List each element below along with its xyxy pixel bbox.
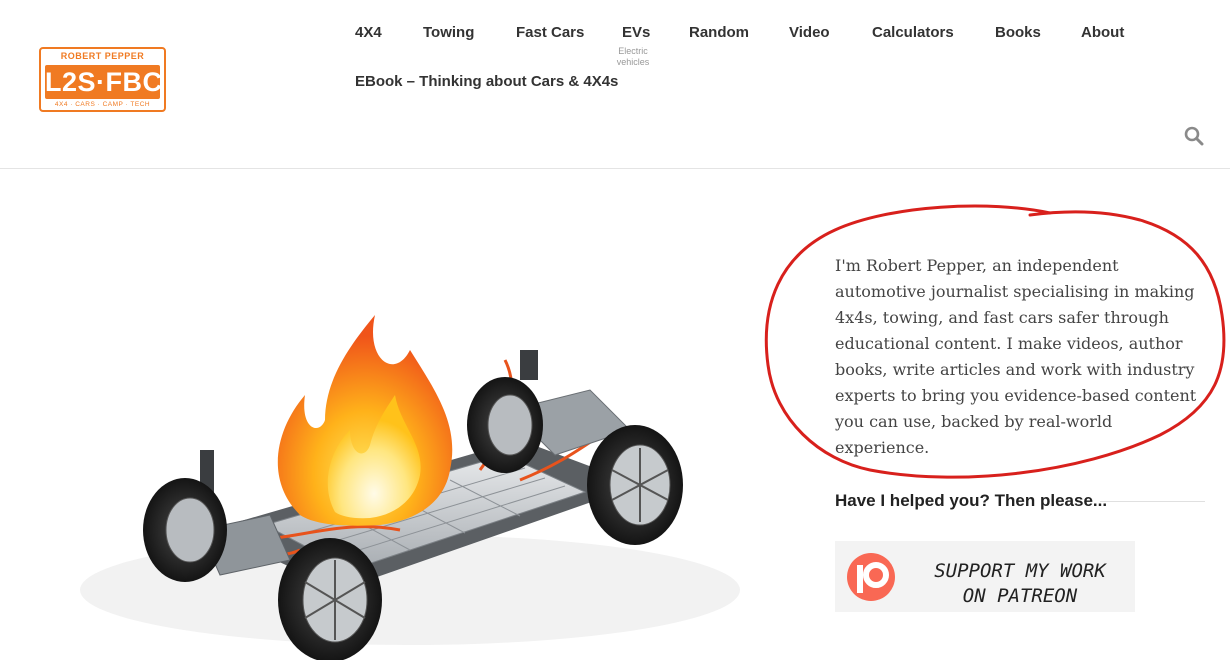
site-header: ROBERT PEPPER L2S·FBC 4X4 · CARS · CAMP …: [0, 0, 1230, 169]
hero-image: [80, 315, 740, 660]
author-intro: I'm Robert Pepper, an independent automo…: [835, 256, 1197, 457]
nav-item-fast-cars[interactable]: Fast Cars: [516, 24, 584, 42]
nav-item-4x4[interactable]: 4X4: [355, 24, 382, 42]
nav-item-towing[interactable]: Towing: [423, 24, 474, 42]
helped-heading: Have I helped you? Then please...: [835, 491, 1108, 510]
nav-item-evs-sublabel: Electric vehicles: [616, 46, 650, 67]
patreon-line-1: SUPPORT MY WORK: [934, 560, 1106, 582]
logo-top-text: ROBERT PEPPER: [60, 51, 145, 61]
nav-item-ebook[interactable]: EBook – Thinking about Cars & 4X4s: [355, 73, 618, 91]
nav-item-video[interactable]: Video: [789, 24, 830, 42]
patreon-button[interactable]: SUPPORT MY WORK ON PATREON: [835, 541, 1135, 612]
nav-item-random[interactable]: Random: [689, 24, 749, 42]
nav-item-calculators[interactable]: Calculators: [872, 24, 954, 42]
nav-item-about[interactable]: About: [1081, 24, 1124, 42]
patreon-icon: [847, 553, 895, 601]
heading-divider: [1100, 501, 1205, 502]
patreon-text: SUPPORT MY WORK ON PATREON: [915, 559, 1125, 609]
nav-item-evs[interactable]: EVs: [622, 24, 650, 42]
nav-item-books[interactable]: Books: [995, 24, 1041, 42]
search-icon[interactable]: [1184, 126, 1204, 146]
logo-main-text: L2S·FBC: [45, 65, 163, 99]
site-logo[interactable]: ROBERT PEPPER L2S·FBC 4X4 · CARS · CAMP …: [39, 47, 166, 112]
patreon-line-2: ON PATREON: [962, 585, 1078, 607]
logo-bottom-text: 4X4 · CARS · CAMP · TECH: [54, 101, 151, 108]
main-nav: 4X4 Towing Fast Cars EVs Electric vehicl…: [355, 0, 1124, 110]
